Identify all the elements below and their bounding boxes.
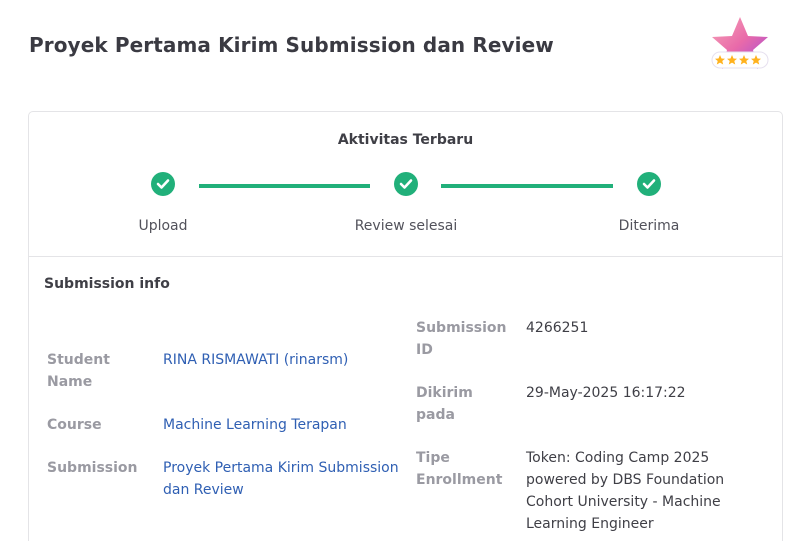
course-label: Course: [47, 417, 102, 433]
student-name-link[interactable]: RINA RISMAWATI (rinarsm): [163, 349, 383, 371]
course-link[interactable]: Machine Learning Terapan: [163, 414, 383, 436]
step-label-upload: Upload: [138, 218, 188, 234]
sent-date-label: Dikirim pada: [416, 385, 473, 423]
step-label-accepted: Diterima: [618, 218, 680, 234]
step-connector-1: [199, 184, 370, 188]
submission-link[interactable]: Proyek Pertama Kirim Submission dan Revi…: [163, 457, 399, 501]
submission-id-label: Submission ID: [416, 320, 507, 358]
page-title: Proyek Pertama Kirim Submission dan Revi…: [29, 33, 554, 57]
star-rating-badge-icon: [708, 14, 772, 74]
sent-date-value: 29-May-2025 16:17:22: [526, 385, 686, 401]
student-name-label: Student Name: [47, 352, 110, 390]
step-review-check-icon: [394, 172, 418, 196]
step-label-review: Review selesai: [354, 218, 458, 234]
submission-id-value: 4266251: [526, 320, 589, 336]
step-connector-2: [441, 184, 613, 188]
activity-title: Aktivitas Terbaru: [337, 132, 474, 148]
submission-card: Aktivitas Terbaru Upload Review selesai …: [28, 111, 783, 541]
step-accepted-check-icon: [637, 172, 661, 196]
enrollment-type-label: Tipe Enrollment: [416, 450, 503, 488]
activity-tracker: Aktivitas Terbaru Upload Review selesai …: [29, 112, 782, 257]
submission-info-heading: Submission info: [44, 276, 170, 292]
step-upload-check-icon: [151, 172, 175, 196]
submission-label: Submission: [47, 460, 138, 476]
enrollment-type-value: Token: Coding Camp 2025 powered by DBS F…: [526, 450, 725, 532]
